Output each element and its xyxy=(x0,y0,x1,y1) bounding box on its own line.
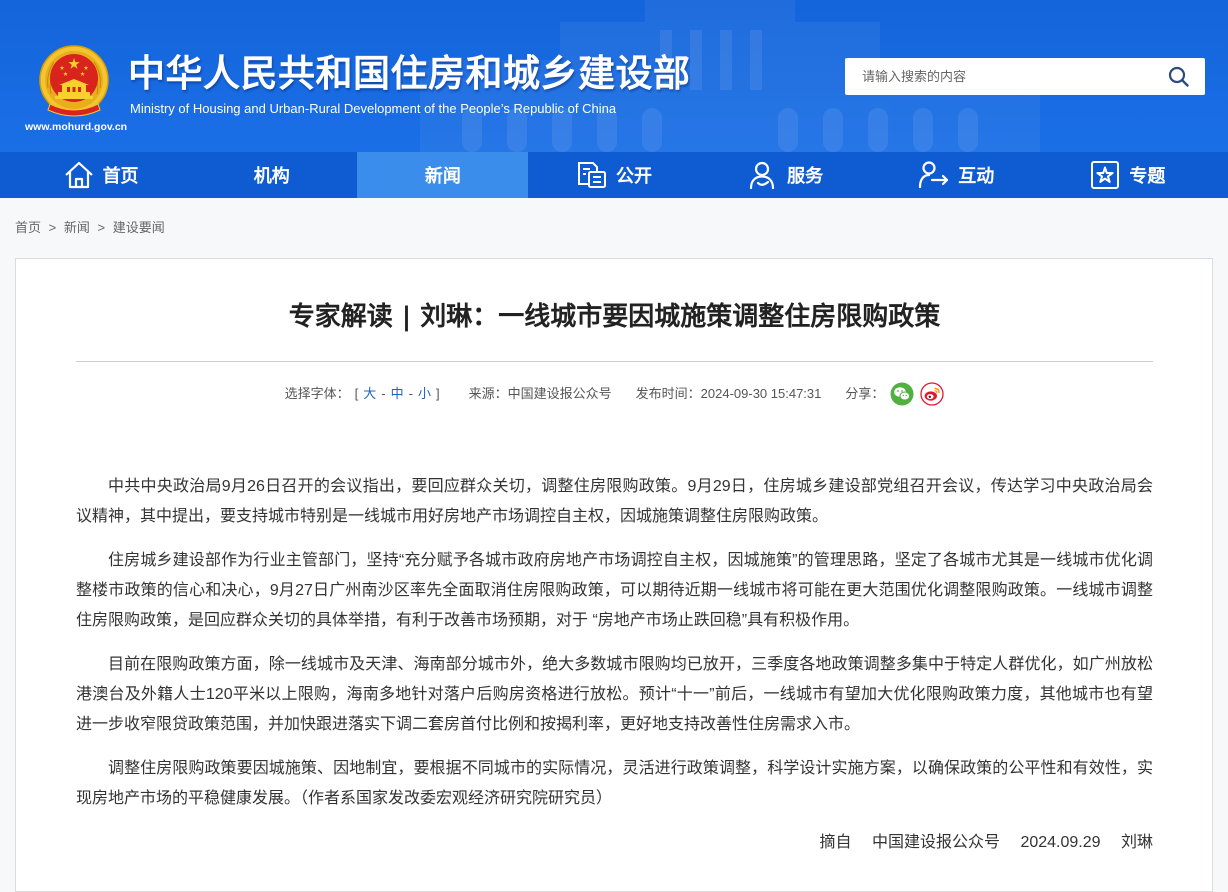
nav-item-topics[interactable]: 专题 xyxy=(1042,152,1213,198)
home-icon xyxy=(63,160,95,190)
nav-item-open-info[interactable]: 公开 xyxy=(528,152,699,198)
font-size-separator: - xyxy=(381,386,386,401)
site-title: 中华人民共和国住房和城乡建设部 xyxy=(128,52,691,95)
article-paragraph: 中共中央政治局9月26日召开的会议指出，要回应群众关切，调整住房限购政策。9月2… xyxy=(76,478,1153,525)
font-size-large-link[interactable]: 大 xyxy=(363,384,376,404)
main-nav: 首页 机构 新闻 公开 服务 互动 专题 xyxy=(0,152,1228,198)
wechat-icon[interactable] xyxy=(890,382,914,406)
article-paragraph: 目前在限购政策方面，除一线城市及天津、海南部分城市外，绝大多数城市限购均已放开，… xyxy=(76,656,1153,733)
site-subtitle: Ministry of Housing and Urban-Rural Deve… xyxy=(130,101,617,116)
font-size-separator: - xyxy=(408,386,413,401)
article: 专家解读 | 刘琳：一线城市要因城施策调整住房限购政策 选择字体： [ 大 - … xyxy=(76,259,1153,858)
breadcrumb-construction-news[interactable]: 建设要闻 xyxy=(113,220,165,235)
nav-item-news[interactable]: 新闻 xyxy=(357,152,529,198)
nav-item-organization[interactable]: 机构 xyxy=(186,152,357,198)
interaction-icon xyxy=(918,160,950,190)
breadcrumb: 首页 > 新闻 > 建设要闻 xyxy=(15,219,165,237)
article-container: 专家解读 | 刘琳：一线城市要因城施策调整住房限购政策 选择字体： [ 大 - … xyxy=(15,258,1213,892)
nav-item-service[interactable]: 服务 xyxy=(700,152,871,198)
source-label: 来源： xyxy=(468,386,508,401)
weibo-icon[interactable] xyxy=(920,382,945,406)
nav-item-label: 公开 xyxy=(615,166,652,187)
share-bar: 分享： xyxy=(845,382,945,406)
national-emblem xyxy=(39,45,109,117)
source-value: 中国建设报公众号 xyxy=(507,386,612,401)
nav-item-label: 互动 xyxy=(958,166,995,187)
breadcrumb-separator: > xyxy=(48,220,57,235)
nav-item-label: 服务 xyxy=(787,166,824,187)
breadcrumb-home[interactable]: 首页 xyxy=(15,220,41,235)
article-body: 中共中央政治局9月26日召开的会议指出，要回应群众关切，调整住房限购政策。9月2… xyxy=(76,472,1153,814)
site-url: www.mohurd.gov.cn xyxy=(25,121,128,133)
nav-item-label: 专题 xyxy=(1129,166,1166,187)
font-size-small-link[interactable]: 小 xyxy=(418,384,431,404)
breadcrumb-separator: > xyxy=(97,220,106,235)
font-size-selector: 选择字体： [ 大 - 中 - 小 ] xyxy=(285,384,445,404)
signature-date: 2024.09.29 xyxy=(1020,834,1101,851)
title-divider xyxy=(76,361,1153,362)
search-box xyxy=(845,58,1205,95)
site-header: www.mohurd.gov.cn 中华人民共和国住房和城乡建设部 Minist… xyxy=(0,0,1228,152)
article-paragraph: 调整住房限购政策要因城施策、因地制宜，要根据不同城市的实际情况，灵活进行政策调整… xyxy=(76,760,1153,807)
breadcrumb-news[interactable]: 新闻 xyxy=(64,220,90,235)
font-size-medium-link[interactable]: 中 xyxy=(391,384,404,404)
share-label: 分享： xyxy=(845,386,885,401)
article-source: 来源： 中国建设报公众号 xyxy=(469,384,612,404)
signature-author: 刘琳 xyxy=(1120,834,1153,851)
font-size-bracket-open: [ xyxy=(354,386,359,401)
font-size-bracket-close: ] xyxy=(435,386,440,401)
search-icon xyxy=(1168,66,1189,87)
publish-time-value: 2024-09-30 15:47:31 xyxy=(700,386,822,401)
font-size-label: 选择字体： xyxy=(284,386,350,401)
search-button[interactable] xyxy=(1161,58,1197,95)
document-icon xyxy=(576,160,608,190)
signature-prefix: 摘自 xyxy=(819,834,852,851)
search-input[interactable] xyxy=(845,58,1155,95)
topic-star-icon xyxy=(1089,160,1121,190)
article-paragraph: 住房城乡建设部作为行业主管部门，坚持“充分赋予各城市政府房地产市场调控自主权，因… xyxy=(76,552,1153,629)
publish-time-label: 发布时间： xyxy=(635,386,701,401)
article-title: 专家解读 | 刘琳：一线城市要因城施策调整住房限购政策 xyxy=(288,302,941,332)
nav-item-home[interactable]: 首页 xyxy=(15,152,186,198)
article-publish-time: 发布时间： 2024-09-30 15:47:31 xyxy=(636,384,822,404)
nav-item-label: 首页 xyxy=(102,166,139,187)
article-meta: 选择字体： [ 大 - 中 - 小 ] 来源： 中国建设报公众号 发布时间： 2… xyxy=(76,382,1153,406)
service-icon xyxy=(747,160,779,190)
nav-item-interaction[interactable]: 互动 xyxy=(871,152,1042,198)
main-nav-items: 首页 机构 新闻 公开 服务 互动 专题 xyxy=(15,152,1213,198)
nav-item-label: 新闻 xyxy=(424,166,461,187)
signature-source: 中国建设报公众号 xyxy=(871,834,1000,851)
article-signature: 摘自 中国建设报公众号 2024.09.29 刘琳 xyxy=(76,828,1153,858)
nav-item-label: 机构 xyxy=(253,166,290,187)
